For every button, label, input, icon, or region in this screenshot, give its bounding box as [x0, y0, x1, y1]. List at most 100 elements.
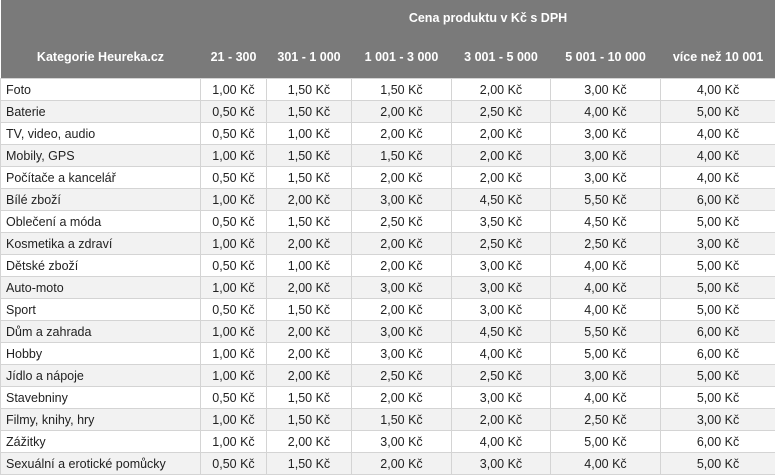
table-row: Auto-moto 1,00 Kč 2,00 Kč 3,00 Kč 3,00 Kč 4,0…	[0, 276, 775, 299]
category-cell: TV, video, audio	[0, 122, 201, 145]
table-row: Dům a zahrada 1,00 Kč 2,00 Kč 3,00 Kč 4,50 K…	[0, 320, 775, 343]
category-cell: Sport	[0, 298, 201, 321]
price-cell: 6,00 Kč	[659, 320, 775, 343]
price-cell: 2,00 Kč	[266, 342, 352, 365]
table-row: Filmy, knihy, hry 1,00 Kč 1,50 Kč 1,50 Kč 2,…	[0, 408, 775, 431]
price-cell: 4,00 Kč	[659, 166, 775, 189]
price-cell: 0,50 Kč	[200, 386, 267, 409]
price-cell: 2,50 Kč	[351, 210, 452, 233]
category-cell: Mobily, GPS	[0, 144, 201, 167]
price-cell: 1,50 Kč	[266, 386, 352, 409]
price-cell: 2,00 Kč	[266, 364, 352, 387]
price-cell: 4,00 Kč	[659, 78, 775, 101]
price-cell: 0,50 Kč	[200, 122, 267, 145]
price-cell: 5,00 Kč	[659, 276, 775, 299]
table-row: Mobily, GPS 1,00 Kč 1,50 Kč 1,50 Kč 2,00 Kč 3…	[0, 144, 775, 167]
table-row: Stavebniny 0,50 Kč 1,50 Kč 2,00 Kč 3,00 Kč 4,…	[0, 386, 775, 409]
price-cell: 1,00 Kč	[200, 188, 267, 211]
price-cell: 1,00 Kč	[266, 122, 352, 145]
price-cell: 4,50 Kč	[550, 210, 661, 233]
category-cell: Bílé zboží	[0, 188, 201, 211]
price-cell: 2,00 Kč	[266, 430, 352, 453]
price-cell: 5,00 Kč	[659, 452, 775, 475]
price-cell: 6,00 Kč	[659, 430, 775, 453]
price-cell: 1,50 Kč	[351, 144, 452, 167]
category-cell: Jídlo a nápoje	[0, 364, 201, 387]
price-cell: 3,00 Kč	[451, 386, 551, 409]
price-cell: 1,00 Kč	[200, 232, 267, 255]
category-cell: Foto	[0, 78, 201, 101]
price-cell: 2,00 Kč	[451, 408, 551, 431]
price-cell: 6,00 Kč	[659, 188, 775, 211]
price-cell: 1,00 Kč	[200, 78, 267, 101]
price-cell: 4,00 Kč	[451, 430, 551, 453]
price-cell: 1,50 Kč	[266, 144, 352, 167]
table-row: Baterie 0,50 Kč 1,50 Kč 2,00 Kč 2,50 Kč 4,00 …	[0, 100, 775, 123]
header-row-columns: Kategorie Heureka.cz 21 - 300 301 - 1 00…	[0, 36, 775, 79]
price-cell: 2,00 Kč	[451, 144, 551, 167]
price-cell: 2,00 Kč	[351, 254, 452, 277]
price-cell: 2,50 Kč	[451, 100, 551, 123]
category-cell: Auto-moto	[0, 276, 201, 299]
table-row: Jídlo a nápoje 1,00 Kč 2,00 Kč 2,50 Kč 2,50 …	[0, 364, 775, 387]
table-row: Zážitky 1,00 Kč 2,00 Kč 3,00 Kč 4,00 Kč 5,00 …	[0, 430, 775, 453]
price-cell: 5,50 Kč	[550, 320, 661, 343]
price-cell: 3,00 Kč	[351, 320, 452, 343]
price-cell: 2,00 Kč	[351, 166, 452, 189]
price-cell: 3,00 Kč	[550, 122, 661, 145]
category-cell: Hobby	[0, 342, 201, 365]
price-cell: 1,50 Kč	[266, 210, 352, 233]
price-cell: 2,00 Kč	[351, 232, 452, 255]
price-cell: 2,00 Kč	[351, 298, 452, 321]
price-cell: 2,00 Kč	[266, 232, 352, 255]
price-cell: 5,00 Kč	[659, 210, 775, 233]
category-cell: Počítače a kancelář	[0, 166, 201, 189]
price-cell: 4,00 Kč	[550, 298, 661, 321]
price-cell: 3,00 Kč	[550, 144, 661, 167]
price-cell: 4,50 Kč	[451, 320, 551, 343]
price-cell: 0,50 Kč	[200, 166, 267, 189]
price-cell: 2,00 Kč	[266, 188, 352, 211]
range-column-header: 21 - 300	[200, 36, 267, 79]
table-row: Sexuální a erotické pomůcky 0,50 Kč 1,50 K…	[0, 452, 775, 475]
price-cell: 5,00 Kč	[659, 364, 775, 387]
price-cell: 1,00 Kč	[200, 276, 267, 299]
category-cell: Stavebniny	[0, 386, 201, 409]
price-cell: 1,00 Kč	[200, 430, 267, 453]
category-cell: Dětské zboží	[0, 254, 201, 277]
price-cell: 5,00 Kč	[659, 298, 775, 321]
price-cell: 5,00 Kč	[659, 100, 775, 123]
price-cell: 0,50 Kč	[200, 298, 267, 321]
price-cell: 2,00 Kč	[351, 452, 452, 475]
category-cell: Kosmetika a zdraví	[0, 232, 201, 255]
table-row: Hobby 1,00 Kč 2,00 Kč 3,00 Kč 4,00 Kč 5,00 Kč…	[0, 342, 775, 365]
price-cell: 1,00 Kč	[266, 254, 352, 277]
price-cell: 3,00 Kč	[550, 78, 661, 101]
price-cell: 4,00 Kč	[550, 254, 661, 277]
price-cell: 3,00 Kč	[351, 342, 452, 365]
table-body: Foto 1,00 Kč 1,50 Kč 1,50 Kč 2,00 Kč 3,00 Kč 4…	[0, 78, 775, 475]
price-cell: 2,00 Kč	[266, 320, 352, 343]
price-cell: 1,00 Kč	[200, 342, 267, 365]
table-row: Dětské zboží 0,50 Kč 1,00 Kč 2,00 Kč 3,00 Kč…	[0, 254, 775, 277]
range-column-header: více než 10 001	[660, 36, 775, 79]
table-row: Sport 0,50 Kč 1,50 Kč 2,00 Kč 3,00 Kč 4,00 Kč…	[0, 298, 775, 321]
price-cell: 2,50 Kč	[451, 364, 551, 387]
category-column-header: Kategorie Heureka.cz	[0, 36, 201, 79]
category-cell: Dům a zahrada	[0, 320, 201, 343]
price-cell: 5,00 Kč	[550, 430, 661, 453]
price-cell: 1,00 Kč	[200, 144, 267, 167]
price-cell: 1,50 Kč	[351, 78, 452, 101]
price-cell: 2,00 Kč	[451, 122, 551, 145]
range-column-header: 5 001 - 10 000	[550, 36, 661, 79]
price-cell: 2,50 Kč	[550, 408, 661, 431]
price-cell: 1,50 Kč	[351, 408, 452, 431]
price-cell: 1,00 Kč	[200, 320, 267, 343]
header-empty-cell	[0, 0, 201, 36]
price-cell: 3,00 Kč	[351, 430, 452, 453]
table-row: Bílé zboží 1,00 Kč 2,00 Kč 3,00 Kč 4,50 Kč 5,…	[0, 188, 775, 211]
price-cell: 3,50 Kč	[451, 210, 551, 233]
price-cell: 1,00 Kč	[200, 408, 267, 431]
price-cell: 2,00 Kč	[451, 166, 551, 189]
category-cell: Sexuální a erotické pomůcky	[0, 452, 201, 475]
